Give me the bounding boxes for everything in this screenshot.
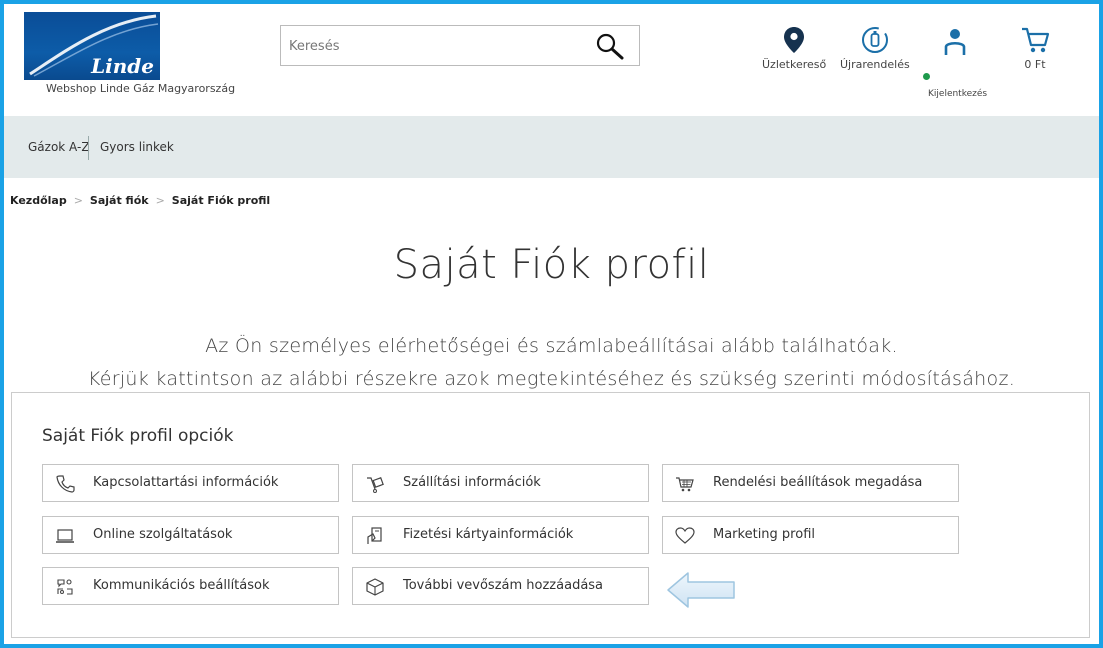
option-label: Fizetési kártyainformációk (403, 527, 574, 542)
online-status-dot (923, 73, 930, 80)
heart-icon (675, 527, 695, 544)
option-label: További vevőszám hozzáadása (403, 578, 604, 593)
search-box (280, 25, 640, 66)
option-label: Online szolgáltatások (93, 527, 233, 542)
breadcrumb-current: Saját Fiók profil (171, 194, 271, 207)
search-input[interactable] (289, 34, 579, 58)
option-label: Rendelési beállítások megadása (713, 475, 923, 490)
store-finder-button[interactable]: Üzletkereső (762, 26, 826, 71)
option-label: Marketing profil (713, 527, 815, 542)
intro-text: Az Ön személyes elérhetőségei és számlab… (4, 330, 1099, 396)
profile-options-panel: Saját Fiók profil opciók Kapcsolattartás… (11, 392, 1090, 638)
pointer-arrow-icon (667, 572, 735, 608)
option-order-settings[interactable]: Rendelési beállítások megadása (662, 464, 959, 502)
search-icon[interactable] (595, 32, 625, 60)
option-communication-settings[interactable]: Kommunikációs beállítások (42, 567, 339, 605)
store-finder-label: Üzletkereső (762, 58, 827, 71)
option-add-customer-number[interactable]: További vevőszám hozzáadása (352, 567, 649, 605)
breadcrumb-my-account[interactable]: Saját fiók (90, 194, 149, 207)
nav-divider (88, 136, 89, 160)
logo-text: Linde (91, 54, 154, 78)
cart-icon (676, 477, 694, 492)
breadcrumb-home[interactable]: Kezdőlap (10, 194, 67, 207)
cart-icon (1022, 27, 1050, 53)
option-online-services[interactable]: Online szolgáltatások (42, 516, 339, 554)
option-marketing-profile[interactable]: Marketing profil (662, 516, 959, 554)
reorder-cylinder-icon (861, 27, 888, 53)
linde-logo[interactable]: Linde (24, 12, 160, 80)
card-icon (367, 527, 382, 544)
breadcrumb-separator: > (73, 194, 83, 207)
box-icon (366, 578, 384, 596)
option-label: Szállítási információk (403, 475, 541, 490)
screenshot-frame: Linde Webshop Linde Gáz Magyarország Üzl… (0, 0, 1103, 648)
user-icon (944, 29, 966, 55)
laptop-icon (56, 529, 74, 543)
option-label: Kommunikációs beállítások (93, 578, 270, 593)
nav-item-gases-az[interactable]: Gázok A-Z (28, 140, 90, 154)
page-title: Saját Fiók profil (393, 242, 710, 288)
breadcrumb-separator: > (155, 194, 165, 207)
nav-item-quick-links[interactable]: Gyors linkek (100, 140, 174, 154)
breadcrumb: Kezdőlap > Saját fiók > Saját Fiók profil (10, 194, 270, 207)
option-label: Kapcsolattartási információk (93, 475, 279, 490)
reorder-label: Újrarendelés (840, 58, 910, 71)
option-contact-info[interactable]: Kapcsolattartási információk (42, 464, 339, 502)
site-header: Linde Webshop Linde Gáz Magyarország Üzl… (4, 4, 1099, 116)
communication-icon (57, 579, 73, 595)
cart-total: 0 Ft (1024, 58, 1046, 71)
location-pin-icon (784, 27, 805, 53)
option-delivery-info[interactable]: Szállítási információk (352, 464, 649, 502)
cart-button[interactable]: 0 Ft (1020, 26, 1050, 71)
intro-line-1: Az Ön személyes elérhetőségei és számlab… (205, 335, 898, 357)
shop-name: Webshop Linde Gáz Magyarország (46, 82, 236, 95)
account-button[interactable] (943, 26, 967, 56)
panel-title: Saját Fiók profil opciók (42, 426, 234, 446)
reorder-button[interactable]: Újrarendelés (840, 26, 910, 71)
logout-link[interactable]: Kijelentkezés (928, 89, 987, 99)
option-payment-cards[interactable]: Fizetési kártyainformációk (352, 516, 649, 554)
main-nav: Gázok A-Z Gyors linkek (4, 116, 1099, 178)
phone-icon (56, 475, 75, 493)
delivery-icon (367, 477, 384, 493)
